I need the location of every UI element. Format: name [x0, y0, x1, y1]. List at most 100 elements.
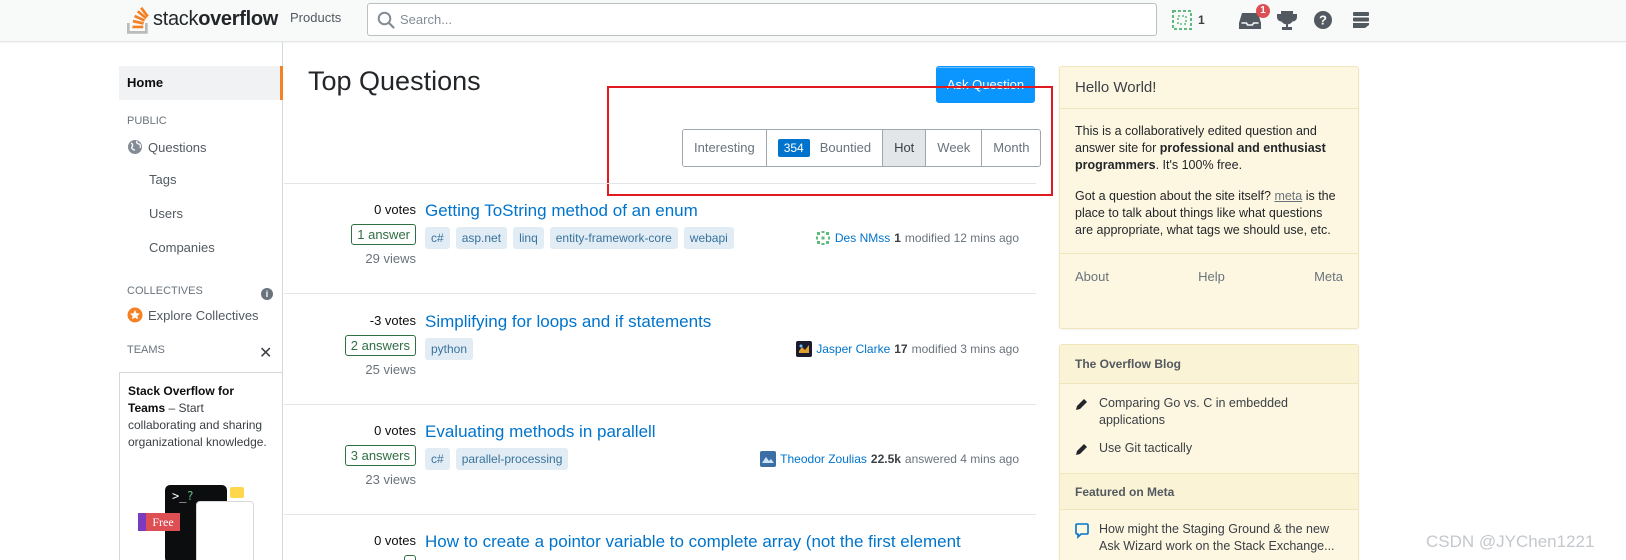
featured-item[interactable]: How might the Staging Ground & the new A…	[1060, 510, 1358, 555]
answer-count: 1 answer	[351, 224, 416, 245]
nav-tags[interactable]: Tags	[149, 172, 176, 187]
pencil-icon	[1075, 395, 1099, 429]
help-link[interactable]: Help	[1198, 269, 1225, 284]
tag[interactable]: python	[425, 338, 474, 360]
vote-count: 0 votes	[374, 423, 416, 438]
nav-section-collectives: COLLECTIVES	[127, 285, 203, 297]
site-description: This is a collaboratively edited questio…	[1075, 124, 1326, 172]
question-summary: -3 votes 2 answers 25 views Simplifying …	[284, 295, 1036, 405]
nav-section-teams: TEAMS	[127, 344, 165, 356]
question-user-card: Theodor Zoulias 22.5k answered 4 mins ag…	[760, 451, 1019, 467]
document-card-illustration	[196, 501, 254, 560]
avatar[interactable]	[814, 230, 831, 246]
question-stats: 0 votes 3 answers 23 views	[324, 423, 416, 487]
teams-illustration: >_? Free	[138, 485, 258, 560]
question-tags: c# parallel-processing	[425, 448, 574, 470]
user-name-link[interactable]: Theodor Zoulias	[780, 452, 867, 466]
featured-item-link[interactable]: How might the Staging Ground & the new A…	[1099, 521, 1343, 555]
user-name-link[interactable]: Jasper Clarke	[816, 342, 890, 356]
blog-item[interactable]: Comparing Go vs. C in embedded applicati…	[1060, 384, 1358, 429]
blog-item-link[interactable]: Use Git tactically	[1099, 440, 1192, 461]
filter-hot[interactable]: Hot	[883, 130, 927, 166]
meta-footer-link[interactable]: Meta	[1314, 269, 1343, 284]
nav-home[interactable]: Home	[119, 66, 283, 100]
blog-item-link[interactable]: Comparing Go vs. C in embedded applicati…	[1099, 395, 1343, 429]
inbox-count-badge: 1	[1256, 4, 1270, 18]
nav-questions[interactable]: Questions	[127, 139, 207, 155]
left-sidebar: Home PUBLIC Questions Tags Users Compani…	[119, 42, 283, 560]
question-summary: 0 votes 1 answer 29 views Getting ToStri…	[284, 184, 1036, 294]
info-icon[interactable]: i	[261, 288, 273, 300]
nav-users[interactable]: Users	[149, 206, 183, 221]
pencil-icon	[1075, 440, 1099, 461]
user-reputation: 17	[894, 342, 908, 356]
nav-section-public: PUBLIC	[127, 115, 167, 127]
help-icon: ?	[1314, 11, 1332, 29]
activity-time[interactable]: modified 3 mins ago	[912, 342, 1019, 356]
question-filter-tabs: Interesting 354 Bountied Hot Week Month	[682, 129, 1042, 167]
site-switcher-button[interactable]	[1351, 6, 1371, 34]
user-name-link[interactable]: Des NMss	[835, 231, 890, 245]
products-menu[interactable]: Products	[290, 10, 341, 25]
vote-count: 0 votes	[374, 202, 416, 217]
question-stats: -3 votes 2 answers 25 views	[324, 313, 416, 377]
question-stats: 0 votes 1 answer 29 views	[324, 202, 416, 266]
widget-footer: About Help Meta	[1060, 253, 1358, 299]
answer-count: 2 answers	[344, 335, 416, 356]
watermark-text: CSDN @JYChen1221	[1426, 532, 1595, 551]
stackoverflow-logo[interactable]: stackoverflow	[127, 3, 278, 35]
achievements-button[interactable]: 1	[1170, 6, 1205, 34]
tag[interactable]: c#	[425, 227, 450, 249]
question-title-link[interactable]: Simplifying for loops and if statements	[425, 312, 711, 332]
tag[interactable]: asp.net	[455, 227, 508, 249]
vote-count: -3 votes	[369, 313, 416, 328]
blog-item[interactable]: Use Git tactically	[1060, 429, 1358, 461]
view-count: 23 views	[365, 472, 416, 487]
nav-explore-collectives[interactable]: Explore Collectives	[127, 307, 259, 323]
filter-bountied[interactable]: 354 Bountied	[766, 130, 884, 166]
tag[interactable]: webapi	[683, 227, 734, 249]
question-tags: c# asp.net linq entity-framework-core we…	[425, 227, 740, 249]
avatar[interactable]	[796, 341, 813, 357]
question-title-link[interactable]: Evaluating methods in parallell	[425, 422, 656, 442]
filter-week[interactable]: Week	[926, 130, 983, 166]
activity-time[interactable]: answered 4 mins ago	[905, 452, 1019, 466]
achievements-icon	[1172, 10, 1192, 30]
svg-text:?: ?	[1319, 13, 1327, 28]
free-badge: Free	[138, 513, 180, 531]
about-link[interactable]: About	[1075, 269, 1109, 284]
question-title-link[interactable]: How to create a pointor variable to comp…	[425, 532, 961, 552]
featured-on-meta-title: Featured on Meta	[1060, 473, 1358, 510]
user-reputation: 22.5k	[870, 452, 901, 466]
view-count: 25 views	[365, 362, 416, 377]
avatar[interactable]	[760, 451, 777, 467]
tag[interactable]: linq	[513, 227, 544, 249]
filter-month[interactable]: Month	[982, 130, 1041, 166]
user-reputation: 1	[894, 231, 901, 245]
filter-interesting[interactable]: Interesting	[683, 130, 767, 166]
search-box[interactable]	[367, 3, 1157, 36]
reputation-count: 1	[1198, 13, 1205, 27]
top-bar: stackoverflow Products 1 1 ?	[0, 0, 1626, 42]
ask-question-button[interactable]: Ask Question	[936, 66, 1035, 103]
tag[interactable]: entity-framework-core	[549, 227, 678, 249]
widget-title: Hello World!	[1060, 67, 1358, 109]
nav-label: Explore Collectives	[148, 307, 259, 323]
tag[interactable]: c#	[425, 448, 450, 470]
question-title-link[interactable]: Getting ToString method of an enum	[425, 201, 698, 221]
nav-companies[interactable]: Companies	[149, 240, 215, 255]
logo-text: stackoverflow	[153, 7, 279, 30]
meta-link[interactable]: meta	[1274, 189, 1302, 203]
help-button[interactable]: ?	[1313, 6, 1333, 34]
close-icon[interactable]: ✕	[259, 346, 272, 362]
chat-bubble-icon	[230, 487, 244, 498]
filter-label: Bountied	[819, 140, 872, 155]
achievements-trophy-button[interactable]	[1276, 6, 1298, 34]
search-input[interactable]	[400, 4, 1140, 35]
activity-time[interactable]: modified 12 mins ago	[905, 231, 1019, 245]
speech-bubble-icon	[1075, 521, 1099, 555]
inbox-button[interactable]: 1	[1238, 4, 1270, 34]
tag[interactable]: parallel-processing	[455, 448, 569, 470]
globe-icon	[127, 139, 143, 155]
answer-count: 3 answers	[344, 445, 416, 466]
